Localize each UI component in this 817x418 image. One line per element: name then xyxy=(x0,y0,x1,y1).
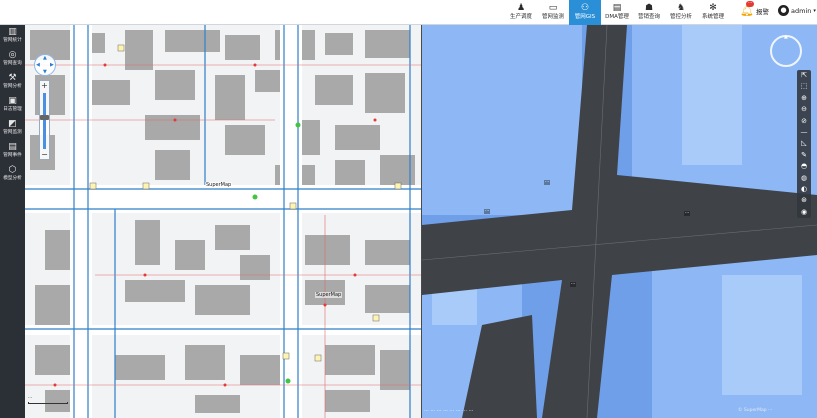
zoom-track[interactable] xyxy=(43,93,46,149)
nav-item-label: DMA管理 xyxy=(605,14,629,20)
sidebar-item-statistics[interactable]: ▥ 管网统计 xyxy=(0,27,25,48)
nav-item-dma[interactable]: ▤ DMA管理 xyxy=(601,0,633,25)
nav-item-label: 系统管理 xyxy=(701,14,724,20)
nav-item-label: 管网GIS xyxy=(574,14,596,20)
monitor-icon: ▭ xyxy=(548,3,558,13)
avatar-icon: ● xyxy=(778,5,789,16)
zoom-in-button[interactable]: + xyxy=(40,81,49,90)
nav-item-marketing[interactable]: ☗ 营销查询 xyxy=(633,0,665,25)
gis-person-icon: ⚇ xyxy=(580,3,590,13)
clipboard-icon: ▤ xyxy=(8,142,17,152)
sidebar-item-query[interactable]: ◎ 管网查询 xyxy=(0,50,25,71)
map-3d-label: ··· xyxy=(684,211,691,216)
map-2d-canvas xyxy=(25,25,422,418)
zoom-in-icon[interactable]: ⊕ xyxy=(797,93,811,104)
nav-item-label: 管控分析 xyxy=(669,14,692,20)
pan-up-icon[interactable]: ▲ xyxy=(43,55,47,61)
user-card-icon: ☗ xyxy=(644,3,654,13)
nav-item-gis[interactable]: ⚇ 管网GIS xyxy=(569,0,601,25)
layers-icon[interactable]: ◍ xyxy=(797,173,811,184)
map-3d-label: ··· xyxy=(544,180,551,185)
log-icon: ▣ xyxy=(8,96,17,106)
nav-item-label: 营销查询 xyxy=(637,14,660,20)
top-bar: ♟ 生产调度 ▭ 管网监测 ⚇ 管网GIS ▤ DMA管理 ☗ 营销查询 ♞ 管… xyxy=(0,0,817,25)
pan-left-icon[interactable]: ◀ xyxy=(36,62,40,68)
map-label: SuperMap xyxy=(315,292,343,298)
zoom-handle[interactable] xyxy=(40,115,49,120)
map-3d-view[interactable]: ··· ··· ··· ··· xyxy=(422,25,817,418)
user-name: admin xyxy=(791,6,812,15)
sidebar-item-label: 管网监测 xyxy=(3,130,22,135)
map-label: SuperMap xyxy=(205,182,233,188)
location-icon[interactable]: ◉ xyxy=(797,207,811,218)
person-icon: ♟ xyxy=(516,3,526,13)
zoom-out-icon[interactable]: ⊖ xyxy=(797,104,811,115)
nav-item-label: 管网监测 xyxy=(541,14,564,20)
pan-right-icon[interactable]: ▶ xyxy=(50,62,54,68)
globe-icon[interactable]: ⊛ xyxy=(797,195,811,206)
sidebar-item-events[interactable]: ▤ 管网事件 xyxy=(0,142,25,163)
clear-icon[interactable]: ⊘ xyxy=(797,116,811,127)
sidebar-item-label: 管网统计 xyxy=(3,38,22,43)
gear-icon: ✻ xyxy=(709,3,717,13)
folder-icon: ▤ xyxy=(612,3,622,13)
map-3d-toolbar: ⇱ ⬚ ⊕ ⊖ ⊘ — ◺ ✎ ◓ ◍ ◐ ⊛ ◉ xyxy=(797,70,811,219)
nav-item-analysis[interactable]: ♞ 管控分析 xyxy=(665,0,697,25)
compass-control[interactable]: ▲ xyxy=(770,34,802,67)
sidebar-item-label: 日志管理 xyxy=(3,107,22,112)
nav-item-label: 生产调度 xyxy=(509,14,532,20)
map-2d-view[interactable]: SuperMap SuperMap xyxy=(25,25,422,418)
bar-chart-icon: ▥ xyxy=(8,27,17,37)
wrench-icon: ⚒ xyxy=(8,73,17,83)
alarm-label: 报警 xyxy=(755,7,769,16)
sidebar-item-label: 模型分析 xyxy=(3,176,22,181)
search-icon: ◎ xyxy=(8,50,17,60)
sidebar-item-label: 管网事件 xyxy=(3,153,22,158)
sidebar-item-monitoring[interactable]: ◩ 管网监测 xyxy=(0,119,25,140)
scale-text: ··· xyxy=(28,396,33,401)
sidebar-item-label: 管网查询 xyxy=(3,61,22,66)
measure-area-icon[interactable]: ◺ xyxy=(797,138,811,149)
nav-item-system[interactable]: ✻ 系统管理 xyxy=(697,0,729,25)
alarm-button[interactable]: 🔔︎ ··· 报警 xyxy=(740,1,769,17)
pan-down-icon[interactable]: ▼ xyxy=(43,69,47,75)
nav-item-dispatch[interactable]: ♟ 生产调度 xyxy=(505,0,537,25)
sidebar: ▥ 管网统计 ◎ 管网查询 ⚒ 管网分析 ▣ 日志管理 ◩ 管网监测 ▤ 管网事… xyxy=(0,25,25,418)
user-menu[interactable]: ● admin ▾ xyxy=(778,5,816,16)
bell-icon: 🔔︎ ··· xyxy=(740,1,755,17)
alarm-count-badge: ··· xyxy=(746,1,755,7)
map-3d-label: ··· xyxy=(570,282,577,287)
pan-control[interactable]: ▲ ▼ ◀ ▶ xyxy=(34,54,56,76)
box-select-icon[interactable]: ⬚ xyxy=(797,81,811,92)
cube-icon: ⬡ xyxy=(8,165,17,175)
north-indicator-icon: ▲ xyxy=(784,34,788,40)
map-3d-canvas xyxy=(422,25,817,418)
sidebar-item-model[interactable]: ⬡ 模型分析 xyxy=(0,165,25,186)
map-credit: © SuperMap ··· xyxy=(738,408,773,413)
select-icon[interactable]: ⇱ xyxy=(797,70,811,81)
sidebar-item-logs[interactable]: ▣ 日志管理 xyxy=(0,96,25,117)
monitor-chart-icon: ◩ xyxy=(8,119,17,129)
shadow-icon[interactable]: ◓ xyxy=(797,161,811,172)
zoom-out-button[interactable]: − xyxy=(40,150,49,159)
sidebar-item-analysis[interactable]: ⚒ 管网分析 xyxy=(0,73,25,94)
top-navigation: ♟ 生产调度 ▭ 管网监测 ⚇ 管网GIS ▤ DMA管理 ☗ 营销查询 ♞ 管… xyxy=(505,0,729,25)
map-3d-label: ··· xyxy=(484,209,491,214)
scale-bar: ··· xyxy=(28,396,68,404)
scale-bar-line xyxy=(28,402,68,404)
nav-item-monitoring[interactable]: ▭ 管网监测 xyxy=(537,0,569,25)
coordinate-readout: ··· ··· ··· ··· ··· ··· ··· ··· xyxy=(424,408,474,414)
analysis-icon: ♞ xyxy=(676,3,686,13)
sidebar-item-label: 管网分析 xyxy=(3,84,22,89)
measure-line-icon[interactable]: — xyxy=(797,127,811,138)
zoom-slider[interactable]: + − xyxy=(39,80,50,160)
terrain-icon[interactable]: ◐ xyxy=(797,184,811,195)
draw-icon[interactable]: ✎ xyxy=(797,150,811,161)
chevron-down-icon: ▾ xyxy=(813,7,816,14)
